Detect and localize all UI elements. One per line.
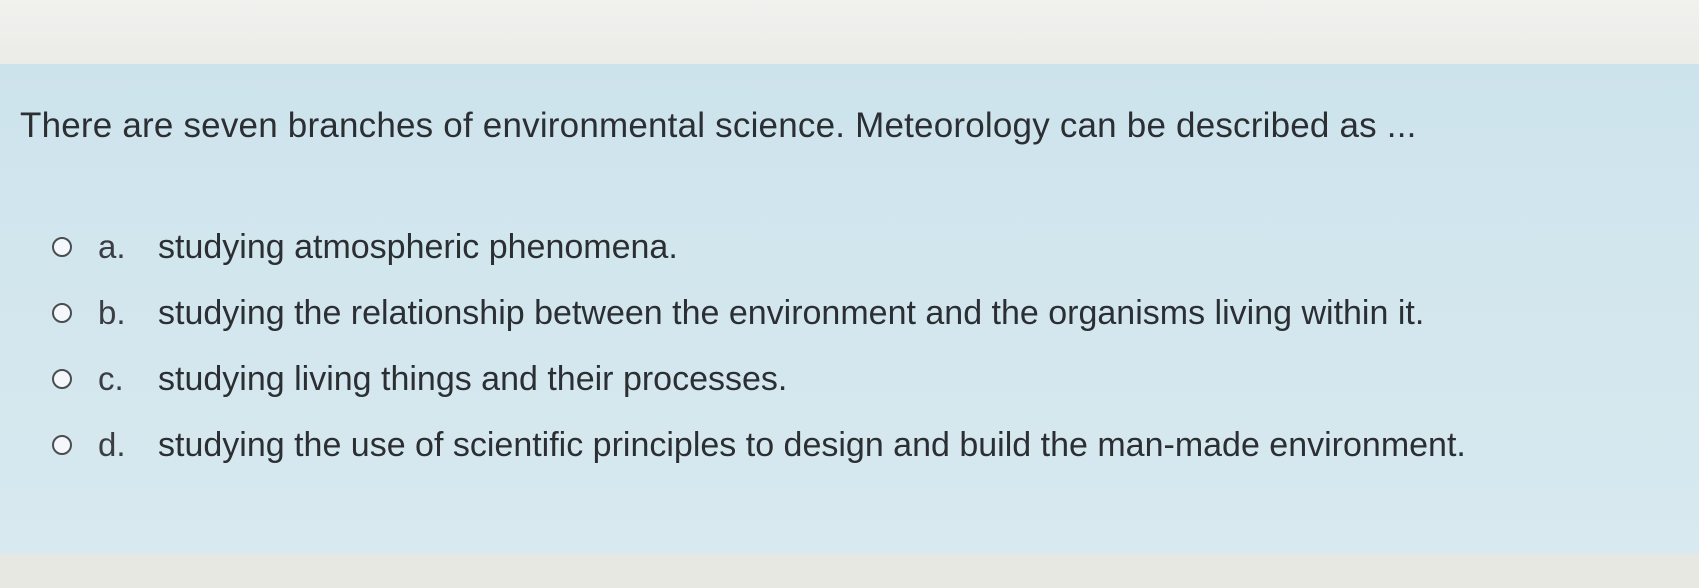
question-panel: There are seven branches of environmenta…	[0, 64, 1699, 554]
option-text[interactable]: studying atmospheric phenomena.	[158, 228, 678, 267]
radio-button-b[interactable]	[52, 303, 72, 323]
question-text: There are seven branches of environmenta…	[20, 106, 1417, 145]
bottom-background	[0, 554, 1699, 588]
option-letter: c.	[98, 360, 124, 397]
option-letter: a.	[98, 228, 126, 265]
option-text[interactable]: studying the relationship between the en…	[158, 294, 1424, 333]
top-background	[0, 0, 1699, 64]
answer-option-d[interactable]: d. studying the use of scientific princi…	[52, 412, 1466, 478]
answer-option-c[interactable]: c. studying living things and their proc…	[52, 346, 1466, 412]
answer-options: a. studying atmospheric phenomena. b. st…	[52, 214, 1466, 478]
answer-option-a[interactable]: a. studying atmospheric phenomena.	[52, 214, 1466, 280]
option-letter: d.	[98, 426, 126, 463]
radio-button-c[interactable]	[52, 369, 72, 389]
radio-button-d[interactable]	[52, 435, 72, 455]
option-text[interactable]: studying the use of scientific principle…	[158, 426, 1466, 465]
answer-option-b[interactable]: b. studying the relationship between the…	[52, 280, 1466, 346]
option-text[interactable]: studying living things and their process…	[158, 360, 787, 399]
option-letter: b.	[98, 294, 126, 331]
radio-button-a[interactable]	[52, 237, 72, 257]
